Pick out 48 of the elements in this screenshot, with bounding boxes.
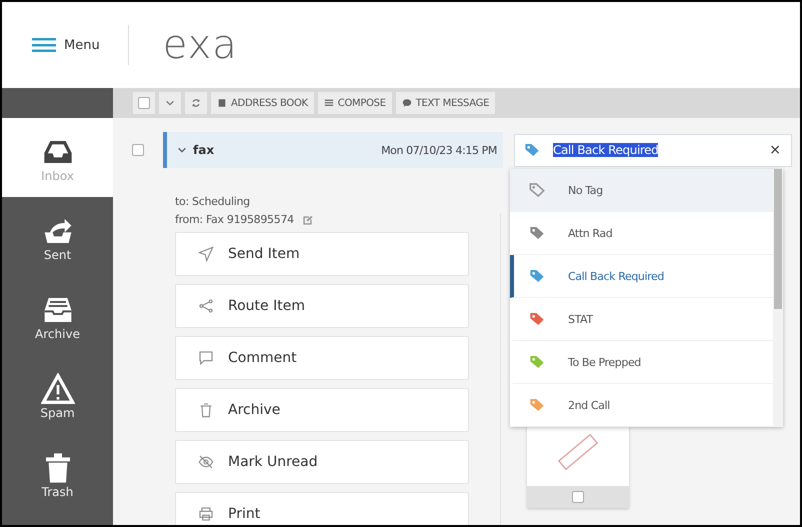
caret-icon bbox=[165, 98, 175, 108]
sidebar-item[interactable]: Archive bbox=[2, 276, 113, 355]
dropdown-button[interactable] bbox=[159, 92, 181, 114]
scrollbar-thumb[interactable] bbox=[774, 169, 782, 309]
message-date: Mon 07/10/23 4:15 PM bbox=[381, 144, 497, 156]
logo: exa bbox=[162, 25, 238, 65]
tag-select-field[interactable]: Call Back Required × bbox=[514, 134, 792, 166]
sidebar-item[interactable]: Spam bbox=[2, 355, 113, 434]
toolbar-button[interactable]: COMPOSE bbox=[318, 92, 392, 114]
paper-plane-icon bbox=[198, 246, 214, 262]
warning-icon bbox=[40, 372, 74, 404]
clear-button[interactable]: × bbox=[767, 142, 783, 158]
recipient-text: to: Scheduling bbox=[175, 194, 251, 210]
menu-button[interactable]: Menu bbox=[32, 34, 100, 56]
edit-icon bbox=[302, 214, 313, 226]
toolbar-button[interactable]: ADDRESS BOOK bbox=[211, 92, 314, 114]
printer-icon bbox=[198, 506, 214, 522]
action-button[interactable]: Print bbox=[175, 492, 469, 525]
share-icon bbox=[198, 298, 214, 314]
speech-bubble-icon bbox=[198, 350, 214, 366]
sender-text: from: Fax 9195895574 bbox=[175, 212, 294, 228]
refresh-button[interactable] bbox=[185, 92, 207, 114]
message-row[interactable]: fax Mon 07/10/23 4:15 PM bbox=[163, 132, 503, 168]
action-button[interactable]: Route Item bbox=[175, 284, 469, 328]
refresh-icon bbox=[191, 98, 201, 108]
tag-value: Call Back Required bbox=[553, 143, 660, 157]
list-icon bbox=[324, 98, 334, 108]
action-button[interactable]: Archive bbox=[175, 388, 469, 432]
checkbox[interactable] bbox=[132, 144, 144, 156]
tag-option[interactable]: No Tag bbox=[510, 169, 773, 212]
tag-option[interactable]: Attn Rad bbox=[510, 212, 773, 255]
select-all-checkbox[interactable] bbox=[138, 97, 150, 109]
sidebar-item[interactable]: Trash bbox=[2, 434, 113, 513]
action-button[interactable]: Comment bbox=[175, 336, 469, 380]
tag-option[interactable]: Call Back Required bbox=[510, 255, 773, 298]
trash-can-icon bbox=[198, 402, 214, 418]
tag-option[interactable]: 2nd Call bbox=[510, 384, 773, 427]
action-button[interactable]: Send Item bbox=[175, 232, 469, 276]
menu-icon bbox=[32, 38, 56, 52]
tag-option[interactable]: To Be Prepped bbox=[510, 341, 773, 384]
message-subject: fax bbox=[193, 143, 214, 157]
toolbar-button[interactable]: TEXT MESSAGE bbox=[396, 92, 496, 114]
eye-slash-icon bbox=[198, 454, 214, 470]
action-button[interactable]: Mark Unread bbox=[175, 440, 469, 484]
sidebar-item[interactable]: Sent bbox=[2, 197, 113, 276]
tag-option[interactable]: STAT bbox=[510, 298, 773, 341]
checkbox[interactable] bbox=[572, 491, 584, 503]
speech-bubble-icon bbox=[402, 98, 412, 108]
